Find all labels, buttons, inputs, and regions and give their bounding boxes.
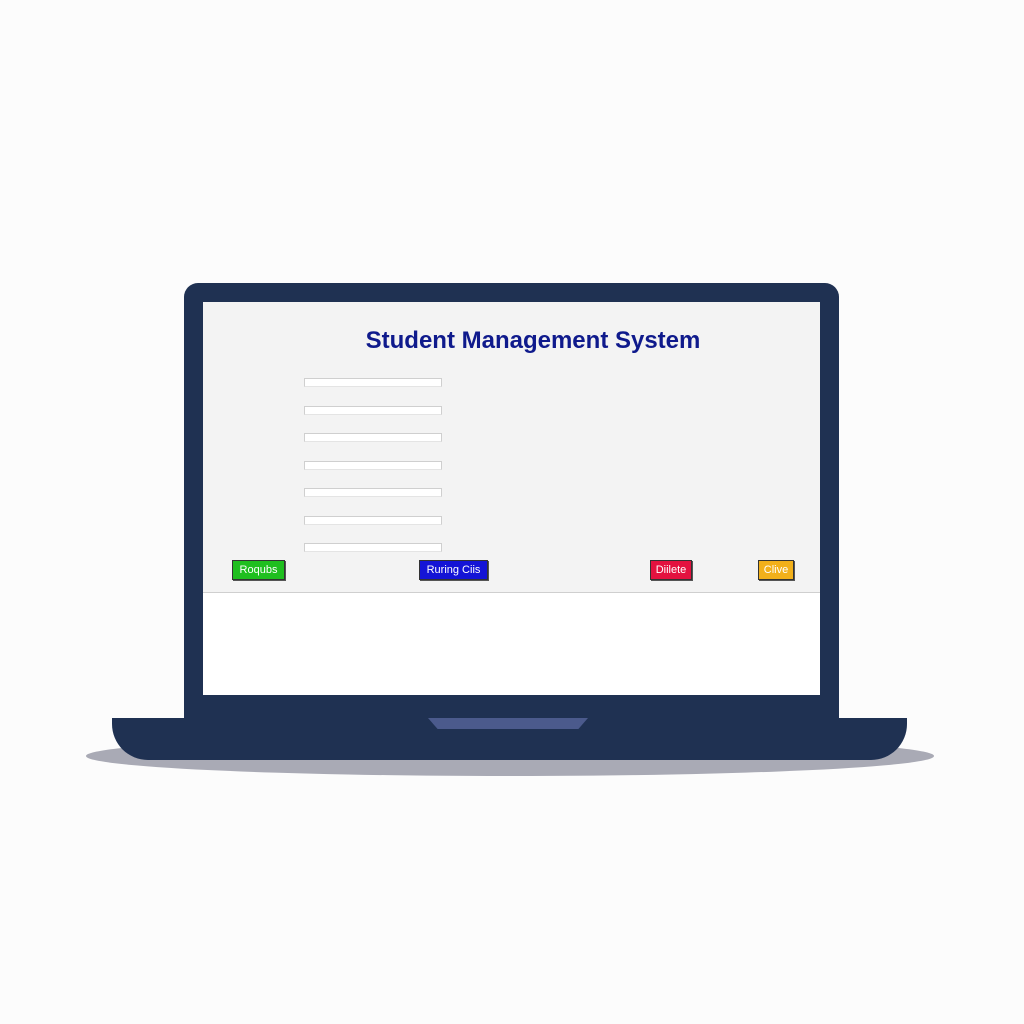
form-field-2[interactable] bbox=[304, 406, 442, 415]
form-field-4[interactable] bbox=[304, 461, 442, 470]
form-field-7[interactable] bbox=[304, 543, 442, 552]
register-button[interactable]: Roqubs bbox=[232, 560, 285, 580]
form-field-6[interactable] bbox=[304, 516, 442, 525]
form-field-5[interactable] bbox=[304, 488, 442, 497]
clear-button[interactable]: Clive bbox=[758, 560, 794, 580]
laptop-screen: Student Management System Roqubs Ruring … bbox=[203, 302, 820, 695]
delete-button[interactable]: Diilete bbox=[650, 560, 692, 580]
laptop-hinge-notch bbox=[428, 718, 588, 729]
page-title: Student Management System bbox=[365, 327, 701, 354]
running-class-button[interactable]: Ruring Ciis bbox=[419, 560, 488, 580]
form-field-1[interactable] bbox=[304, 378, 442, 387]
app-form-panel: Student Management System Roqubs Ruring … bbox=[203, 302, 820, 593]
scene: Student Management System Roqubs Ruring … bbox=[0, 0, 1024, 1024]
form-field-3[interactable] bbox=[304, 433, 442, 442]
